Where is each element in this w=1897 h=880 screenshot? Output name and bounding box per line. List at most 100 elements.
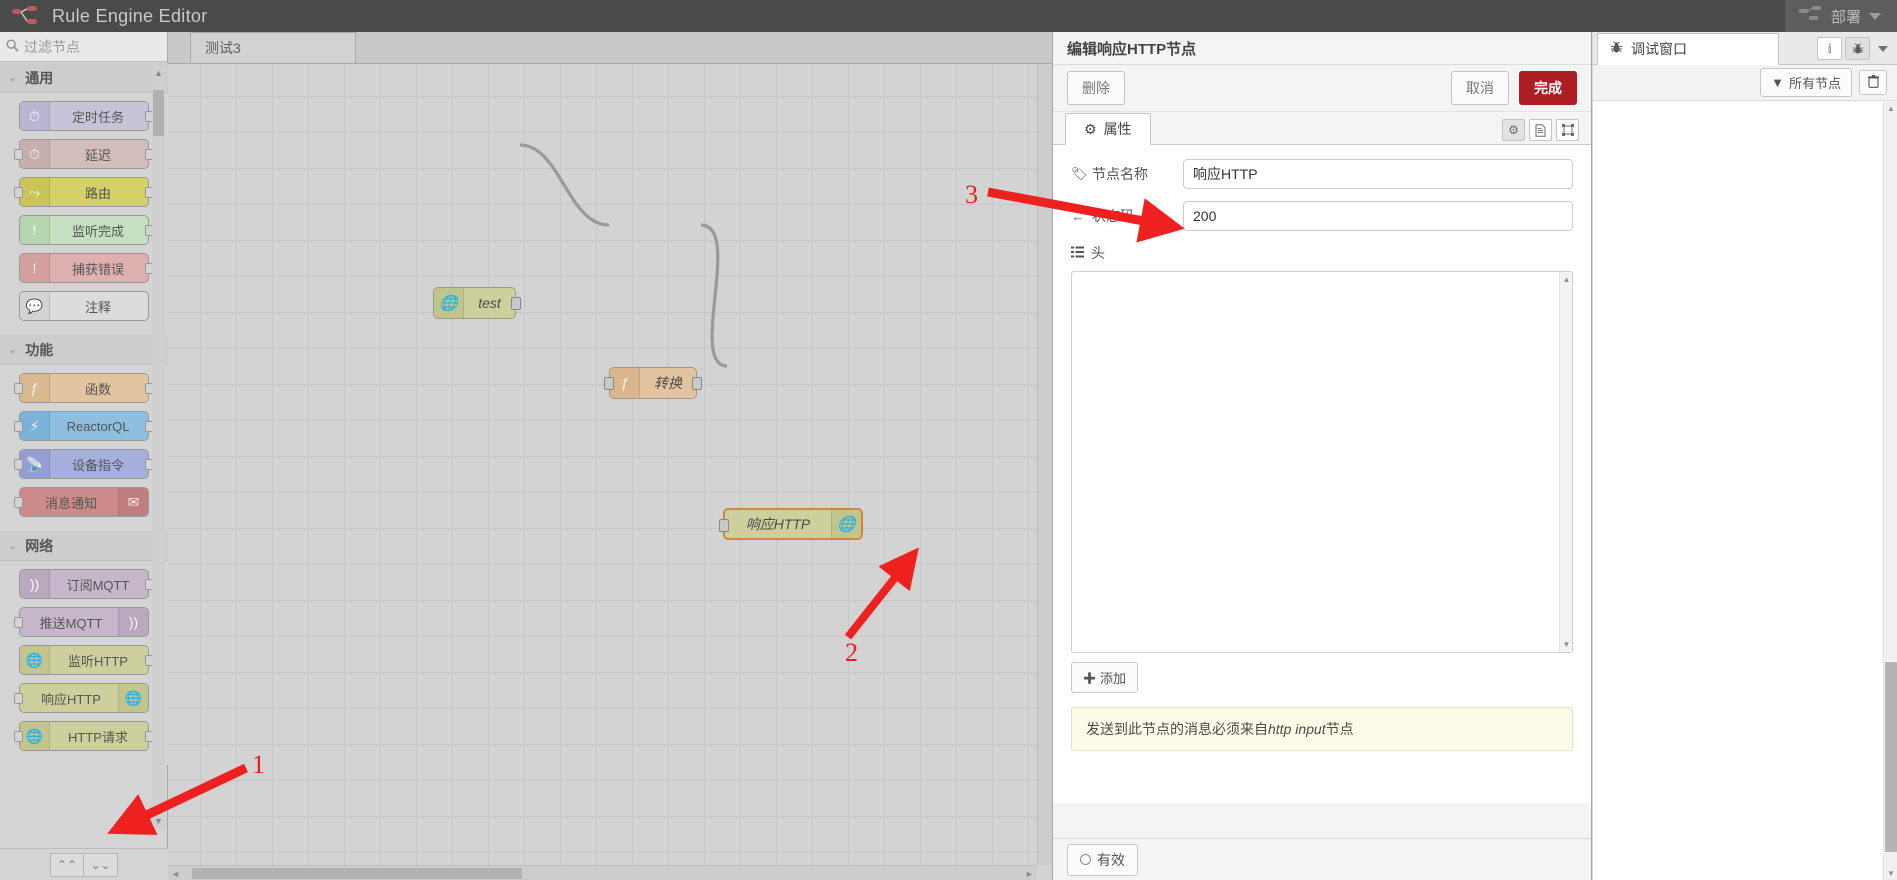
palette-node-捕获错误[interactable]: !捕获错误 [19, 253, 149, 283]
node-port-in[interactable] [14, 421, 23, 432]
flow-node-响应HTTP[interactable]: 🌐响应HTTP [723, 508, 863, 540]
canvas-hscroll-thumb[interactable] [192, 868, 522, 879]
node-type-icon: )) [118, 608, 148, 636]
form-label-状态码: ←状态码 [1071, 206, 1183, 226]
node-port-in[interactable] [14, 497, 23, 508]
cancel-button[interactable]: 取消 [1451, 71, 1509, 105]
palette-node-定时任务[interactable]: ⏱定时任务 [19, 101, 149, 131]
chevron-down-icon[interactable] [1869, 13, 1881, 20]
headers-label: 头 [1091, 243, 1105, 263]
palette-node-消息通知[interactable]: ✉消息通知 [19, 487, 149, 517]
palette-node-响应HTTP[interactable]: 🌐响应HTTP [19, 683, 149, 713]
debug-filter-button[interactable]: ▼ 所有节点 [1760, 68, 1852, 97]
node-port-out[interactable] [511, 297, 521, 310]
scroll-up-icon[interactable]: ▲ [1884, 102, 1897, 115]
palette-node-ReactorQL[interactable]: ⚡ReactorQL [19, 411, 149, 441]
node-type-icon: 🌐 [831, 510, 861, 538]
gear-icon[interactable]: ⚙ [1502, 119, 1525, 141]
collapse-all-icon[interactable]: ⌃⌃ [50, 853, 84, 877]
delete-button[interactable]: 删除 [1067, 71, 1125, 105]
canvas-horizontal-scrollbar[interactable]: ◄ ► [168, 865, 1037, 880]
done-button[interactable]: 完成 [1519, 71, 1577, 105]
input-节点名称[interactable] [1183, 159, 1573, 189]
palette-category-功能[interactable]: ⌄功能 [0, 335, 168, 365]
node-port-in[interactable] [14, 617, 23, 628]
debug-scrollbar[interactable]: ▲ ▼ [1883, 102, 1897, 880]
tab-debug-window[interactable]: 调试窗口 [1597, 33, 1779, 65]
palette-node-监听HTTP[interactable]: 🌐监听HTTP [19, 645, 149, 675]
palette-node-订阅MQTT[interactable]: ))订阅MQTT [19, 569, 149, 599]
edit-form: 🏷节点名称←状态码 [1071, 159, 1573, 231]
node-port-in[interactable] [604, 377, 614, 390]
palette-search-input[interactable]: 过滤节点 [24, 37, 80, 57]
palette-node-延迟[interactable]: ⏱延迟 [19, 139, 149, 169]
palette-node-label: 推送MQTT [20, 613, 118, 632]
node-port-in[interactable] [14, 149, 23, 160]
add-header-label: 添加 [1100, 668, 1126, 687]
edit-panel-title: 编辑响应HTTP节点 [1053, 32, 1591, 65]
scroll-right-icon[interactable]: ► [1022, 866, 1037, 880]
deploy-button[interactable]: 部署 [1785, 0, 1897, 32]
debug-clear-button[interactable] [1859, 70, 1887, 95]
palette-scroll-thumb[interactable] [153, 90, 164, 136]
palette-category-网络[interactable]: ⌄网络 [0, 531, 168, 561]
palette-category-body: ))订阅MQTT))推送MQTT🌐监听HTTP🌐响应HTTP🌐HTTP请求 [0, 561, 168, 765]
form-label-text: 状态码 [1092, 206, 1134, 226]
scroll-down-icon[interactable]: ▼ [1560, 638, 1573, 651]
scroll-down-icon[interactable]: ▼ [1884, 867, 1897, 880]
palette-scrollbar[interactable]: ▲ ▼ [152, 66, 165, 828]
scroll-up-icon[interactable]: ▲ [152, 66, 165, 80]
headers-label-row: 头 [1071, 243, 1573, 263]
chevron-down-icon[interactable] [1878, 46, 1888, 52]
palette-scroll-area[interactable]: ⌄通用 ⏱定时任务 ⏱延迟 ⤳路由 !监听完成 !捕获错误 💬注释 ⌄功能 ƒ函数 ⚡Reacto… [0, 63, 168, 848]
flow-node-label: test [464, 295, 515, 311]
node-type-icon: ⚡ [20, 412, 50, 440]
node-port-in[interactable] [14, 187, 23, 198]
headers-list-box[interactable]: ▲ ▼ [1071, 271, 1573, 653]
flow-node-转换[interactable]: ƒ转换 [609, 367, 697, 399]
expand-all-icon[interactable]: ⌄⌄ [84, 853, 118, 877]
add-header-button[interactable]: ✚ 添加 [1071, 662, 1138, 693]
node-port-in[interactable] [719, 519, 729, 532]
flow-canvas[interactable]: 🌐testƒ转换🌐响应HTTP [168, 64, 1052, 880]
description-icon[interactable] [1529, 119, 1552, 141]
tab-properties[interactable]: ⚙ 属性 [1065, 113, 1151, 145]
palette-node-设备指令[interactable]: 📡设备指令 [19, 449, 149, 479]
node-port-out[interactable] [692, 377, 702, 390]
enable-toggle-button[interactable]: 有效 [1067, 844, 1138, 876]
flow-node-test[interactable]: 🌐test [433, 287, 516, 319]
debug-panel: 调试窗口 𝕚 ▼ 所有节点 [1593, 32, 1897, 880]
palette-node-监听完成[interactable]: !监听完成 [19, 215, 149, 245]
scroll-down-icon[interactable]: ▼ [152, 814, 165, 828]
node-port-in[interactable] [14, 731, 23, 742]
node-type-icon: ⏱ [20, 140, 50, 168]
workspace-tab[interactable]: 测试3 [190, 32, 356, 63]
palette-node-路由[interactable]: ⤳路由 [19, 177, 149, 207]
debug-tab-buttons: 𝕚 [1817, 37, 1893, 60]
palette-node-推送MQTT[interactable]: ))推送MQTT [19, 607, 149, 637]
edit-panel-body: 🏷节点名称←状态码 头 ▲ ▼ ✚ 添加 [1053, 145, 1591, 803]
appearance-icon[interactable] [1556, 119, 1579, 141]
canvas-vertical-scrollbar[interactable] [1037, 64, 1052, 865]
scroll-up-icon[interactable]: ▲ [1560, 273, 1573, 286]
debug-message-list[interactable]: ▲ ▼ [1593, 102, 1897, 880]
palette-node-HTTP请求[interactable]: 🌐HTTP请求 [19, 721, 149, 751]
node-port-in[interactable] [14, 693, 23, 704]
palette-node-注释[interactable]: 💬注释 [19, 291, 149, 321]
info-icon[interactable]: 𝕚 [1817, 37, 1842, 60]
node-type-icon: ! [20, 216, 50, 244]
input-状态码[interactable] [1183, 201, 1573, 231]
palette-category-通用[interactable]: ⌄通用 [0, 63, 168, 93]
node-port-in[interactable] [14, 459, 23, 470]
node-port-in[interactable] [14, 383, 23, 394]
edit-panel-toolbar: 删除 取消 完成 [1053, 65, 1591, 112]
palette-node-函数[interactable]: ƒ函数 [19, 373, 149, 403]
palette-search-row[interactable]: 过滤节点 [0, 32, 167, 62]
flow-node-label: 转换 [640, 373, 696, 393]
headers-scrollbar[interactable]: ▲ ▼ [1559, 272, 1572, 652]
bug-icon[interactable] [1845, 37, 1870, 60]
notice-italic: http input [1268, 721, 1326, 737]
scroll-left-icon[interactable]: ◄ [168, 866, 183, 880]
annotation-number-3: 3 [965, 180, 978, 210]
debug-scroll-thumb[interactable] [1885, 662, 1897, 852]
